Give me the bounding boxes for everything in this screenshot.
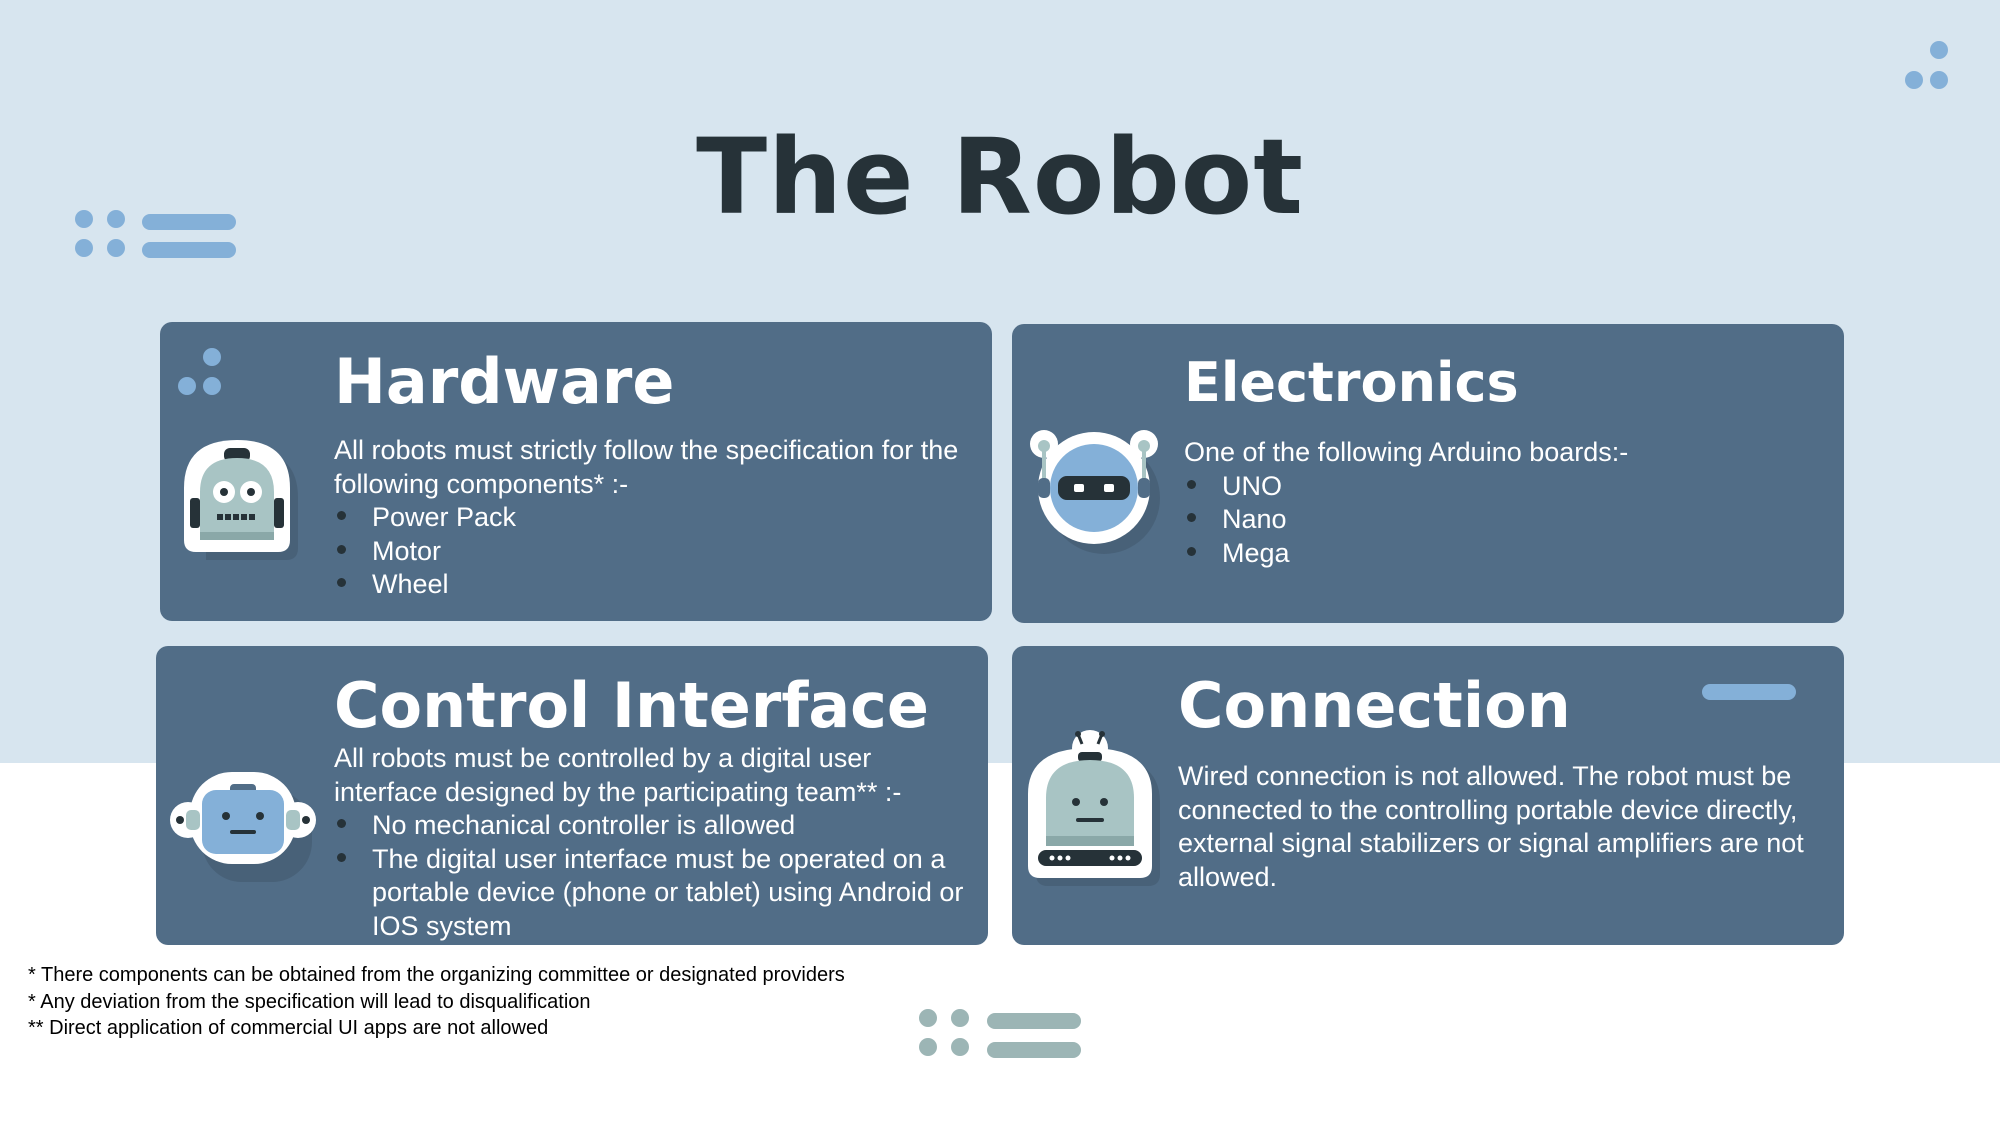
card-body: Wired connection is not allowed. The rob…: [1178, 761, 1804, 892]
robot-dome-icon: [1028, 730, 1160, 886]
decorative-dots-bars-bottom: [919, 1009, 1081, 1058]
card-body: All robots must strictly follow the spec…: [334, 434, 974, 602]
card-body: All robots must be controlled by a digit…: [334, 742, 974, 943]
list-item: Nano: [1184, 503, 1824, 537]
card-intro: All robots must strictly follow the spec…: [334, 435, 959, 499]
card-title: Hardware: [334, 345, 675, 418]
card-title: Connection: [1178, 669, 1571, 742]
robot-visor-icon: [1030, 430, 1160, 554]
card-electronics: Electronics One of the following Arduino…: [1012, 324, 1844, 623]
list-item: UNO: [1184, 470, 1824, 504]
robot-backpack-icon: [184, 440, 298, 560]
list-item: Wheel: [334, 568, 974, 602]
bullet-list: No mechanical controller is allowed The …: [334, 809, 974, 943]
card-title: Electronics: [1184, 351, 1519, 414]
card-control-interface: Control Interface All robots must be con…: [156, 646, 988, 945]
decorative-dots-top-right: [1905, 41, 1948, 89]
robot-head-icon: [170, 772, 316, 882]
footnote: * There components can be obtained from …: [28, 964, 845, 986]
card-hardware: Hardware All robots must strictly follow…: [160, 322, 992, 621]
page-title: The Robot: [696, 116, 1304, 238]
decorative-dots-card: [178, 348, 221, 395]
list-item: The digital user interface must be opera…: [334, 843, 974, 944]
card-intro: All robots must be controlled by a digit…: [334, 743, 902, 807]
list-item: Motor: [334, 535, 974, 569]
footnote: * Any deviation from the specification w…: [28, 990, 591, 1013]
card-body: One of the following Arduino boards:- UN…: [1184, 436, 1824, 570]
card-intro: One of the following Arduino boards:-: [1184, 437, 1629, 467]
decorative-bar: [1702, 684, 1796, 700]
bullet-list: Power Pack Motor Wheel: [334, 501, 974, 602]
list-item: Power Pack: [334, 501, 974, 535]
footnotes: * There components can be obtained from …: [28, 962, 845, 1042]
card-connection: Connection Wired connection is not allow…: [1012, 646, 1844, 945]
bullet-list: UNO Nano Mega: [1184, 470, 1824, 571]
card-title: Control Interface: [334, 669, 929, 742]
footnote: ** Direct application of commercial UI a…: [28, 1017, 549, 1039]
list-item: No mechanical controller is allowed: [334, 809, 974, 843]
list-item: Mega: [1184, 537, 1824, 571]
